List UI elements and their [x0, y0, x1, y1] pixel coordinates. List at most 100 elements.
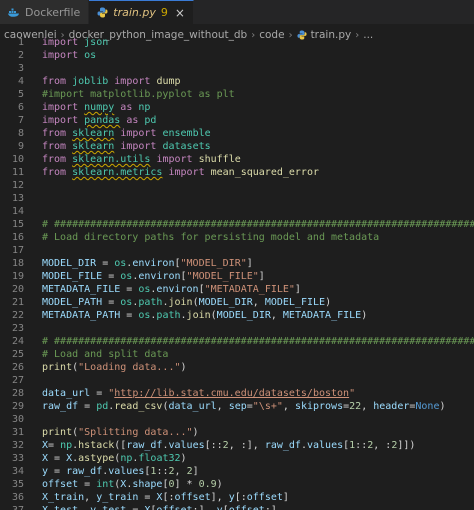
- line-number: 11: [11, 167, 24, 178]
- code-text: MODEL_PATH = os.path.join(MODEL_DIR, MOD…: [42, 296, 331, 309]
- code-line[interactable]: 18 MODEL_DIR = os.environ["MODEL_DIR"]: [0, 257, 474, 270]
- tab-train-py[interactable]: train.py 9 ×: [89, 0, 194, 24]
- code-token: =: [120, 310, 139, 321]
- code-text: from sklearn.utils import shuffle: [42, 153, 241, 166]
- code-line[interactable]: 23: [0, 322, 474, 335]
- code-line[interactable]: 5 #import matplotlib.pyplot as plt: [0, 88, 474, 101]
- code-token: raw_df: [42, 401, 79, 412]
- code-line[interactable]: 16 # Load directory paths for persisting …: [0, 231, 474, 244]
- code-token: numpy: [84, 102, 115, 113]
- code-line[interactable]: 6 import numpy as np: [0, 101, 474, 114]
- line-number: 2: [17, 50, 24, 61]
- code-line[interactable]: 28 data_url = "http://lib.stat.cmu.edu/da…: [0, 387, 474, 400]
- code-token: np: [138, 102, 151, 113]
- code-token: ,: [252, 297, 265, 308]
- code-token: header: [373, 401, 410, 412]
- code-token: sklearn.metrics: [72, 167, 163, 178]
- code-line[interactable]: 1 import json: [0, 36, 474, 49]
- code-line[interactable]: 20 METADATA_FILE = os.environ["METADATA_F…: [0, 283, 474, 296]
- code-token: os: [120, 271, 133, 282]
- code-line[interactable]: 10 from sklearn.utils import shuffle: [0, 153, 474, 166]
- code-token: "Loading data...": [78, 362, 181, 373]
- line-number: 19: [11, 271, 24, 282]
- code-token: ]: [246, 258, 253, 269]
- code-editor[interactable]: 1 import json 2 import os 3 4 from joblib impo…: [0, 36, 474, 510]
- line-number: 36: [11, 492, 24, 503]
- code-token: np: [120, 453, 133, 464]
- code-text: MODEL_FILE = os.environ["MODEL_FILE"]: [42, 270, 265, 283]
- code-line[interactable]: 7 import pandas as pd: [0, 114, 474, 127]
- code-line[interactable]: 4 from joblib import dump: [0, 75, 474, 88]
- code-token: path: [156, 310, 181, 321]
- code-line[interactable]: 24 # ####################################…: [0, 335, 474, 348]
- code-token: , :: [373, 440, 392, 451]
- code-token: ]: [192, 466, 199, 477]
- code-token: :]: [265, 505, 277, 510]
- code-line[interactable]: 21 MODEL_PATH = os.path.join(MODEL_DIR, M…: [0, 296, 474, 309]
- code-line[interactable]: 32 X= np.hstack([raw_df.values[::2, :], r…: [0, 439, 474, 452]
- close-icon[interactable]: ×: [175, 6, 185, 20]
- code-line[interactable]: 2 import os: [0, 49, 474, 62]
- line-number: 18: [11, 258, 24, 269]
- code-line[interactable]: 13: [0, 192, 474, 205]
- code-token: import: [156, 154, 193, 165]
- code-line[interactable]: 3: [0, 62, 474, 75]
- code-line[interactable]: 8 from sklearn import ensemble: [0, 127, 474, 140]
- line-number: 1: [17, 37, 24, 48]
- code-text: # Load and split data: [42, 348, 168, 361]
- code-line[interactable]: 36 X_train, y_train = X[:offset], y[:offs…: [0, 491, 474, 504]
- code-line[interactable]: 22 METADATA_PATH = os.path.join(MODEL_DIR…: [0, 309, 474, 322]
- code-token: =: [48, 440, 61, 451]
- code-line[interactable]: 26 print("Loading data..."): [0, 361, 474, 374]
- code-token: "METADATA_FILE": [204, 284, 295, 295]
- code-line[interactable]: 14: [0, 205, 474, 218]
- code-token: print: [42, 427, 73, 438]
- code-token: offset: [156, 505, 192, 510]
- code-line[interactable]: 30: [0, 413, 474, 426]
- code-line[interactable]: 9 from sklearn import datasets: [0, 140, 474, 153]
- code-line[interactable]: 33 X = X.astype(np.float32): [0, 452, 474, 465]
- tab-dockerfile[interactable]: Dockerfile: [0, 0, 90, 24]
- code-token: import: [114, 76, 151, 87]
- line-number: 4: [17, 76, 24, 87]
- code-line[interactable]: 35 offset = int(X.shape[0] * 0.9): [0, 478, 474, 491]
- code-text: # ######################################…: [42, 218, 474, 231]
- line-number: 7: [17, 115, 24, 126]
- code-token: offset: [229, 505, 265, 510]
- code-text: # ######################################…: [42, 335, 474, 348]
- code-token: environ: [132, 258, 175, 269]
- code-text: print("Loading data..."): [42, 361, 187, 374]
- code-text: data_url = "http://lib.stat.cmu.edu/data…: [42, 387, 355, 400]
- code-text: MODEL_DIR = os.environ["MODEL_DIR"]: [42, 257, 253, 270]
- code-line[interactable]: 15 # ####################################…: [0, 218, 474, 231]
- code-text: y = raw_df.values[1::2, 2]: [42, 465, 199, 478]
- line-number: 30: [11, 414, 24, 425]
- code-line[interactable]: 31 print("Splitting data..."): [0, 426, 474, 439]
- code-line[interactable]: 29 raw_df = pd.read_csv(data_url, sep="\s…: [0, 400, 474, 413]
- code-line[interactable]: 12: [0, 179, 474, 192]
- code-token: "\s+": [252, 401, 283, 412]
- code-token: values: [306, 440, 344, 451]
- code-token: from: [42, 154, 67, 165]
- code-token: offset: [42, 479, 79, 490]
- code-line[interactable]: 25 # Load and split data: [0, 348, 474, 361]
- code-line[interactable]: 34 y = raw_df.values[1::2, 2]: [0, 465, 474, 478]
- code-token: raw_df: [66, 466, 103, 477]
- code-token: os: [114, 258, 127, 269]
- code-token: ,: [84, 492, 97, 503]
- code-token: #import matplotlib.pyplot as plt: [42, 89, 235, 100]
- line-number: 13: [11, 193, 24, 204]
- code-line[interactable]: 11 from sklearn.metrics import mean_squar…: [0, 166, 474, 179]
- line-number: 14: [11, 206, 24, 217]
- code-token: MODEL_FILE: [42, 271, 103, 282]
- code-line[interactable]: 37X_test, y_test = X[offset:], y[offset:…: [0, 504, 474, 510]
- code-line[interactable]: 19 MODEL_FILE = os.environ["MODEL_FILE"]: [0, 270, 474, 283]
- code-line[interactable]: 27: [0, 374, 474, 387]
- code-token: import: [120, 128, 157, 139]
- code-token: os: [84, 50, 97, 61]
- code-line[interactable]: 17: [0, 244, 474, 257]
- code-token: METADATA_FILE: [282, 310, 362, 321]
- code-token: sklearn.utils: [72, 154, 151, 165]
- code-token: X_test: [42, 505, 78, 510]
- code-token: offset: [246, 492, 283, 503]
